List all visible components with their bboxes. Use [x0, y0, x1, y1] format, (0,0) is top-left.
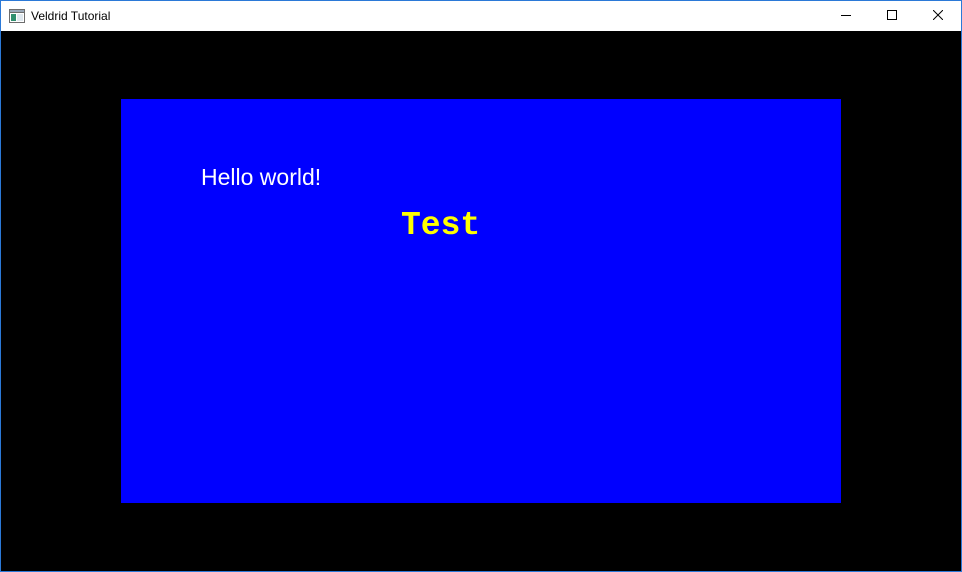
app-window: Veldrid Tutorial Hello world! Test: [0, 0, 962, 572]
maximize-icon: [887, 7, 897, 25]
render-canvas[interactable]: Hello world! Test: [1, 31, 961, 571]
minimize-button[interactable]: [823, 1, 869, 31]
window-title: Veldrid Tutorial: [31, 9, 111, 23]
window-controls: [823, 1, 961, 31]
close-button[interactable]: [915, 1, 961, 31]
title-bar[interactable]: Veldrid Tutorial: [1, 1, 961, 31]
test-text: Test: [401, 207, 481, 244]
maximize-button[interactable]: [869, 1, 915, 31]
hello-world-text: Hello world!: [201, 164, 322, 190]
minimize-icon: [841, 7, 851, 25]
app-window-icon: [9, 8, 25, 24]
close-icon: [932, 7, 944, 25]
blue-viewport: Hello world! Test: [121, 99, 841, 503]
